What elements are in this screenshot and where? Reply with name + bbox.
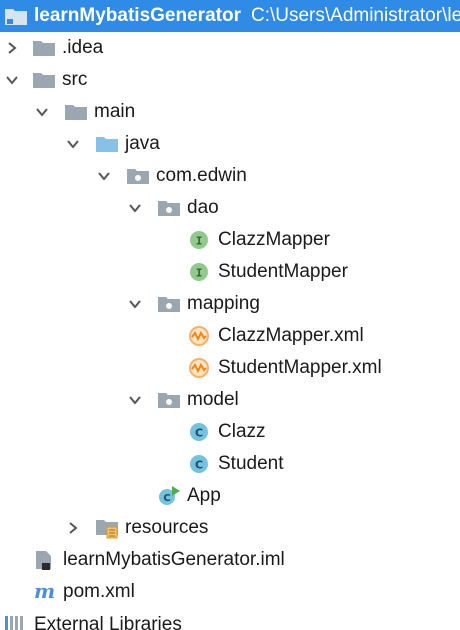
svg-text:m: m xyxy=(34,581,55,603)
tree-row-external-libraries[interactable]: External Libraries xyxy=(0,612,460,630)
chevron-down-icon[interactable] xyxy=(125,288,145,320)
tree-label-clazz-mapper: ClazzMapper xyxy=(218,229,330,250)
tree-label-student-mapper: StudentMapper xyxy=(218,261,348,282)
package-icon xyxy=(157,288,185,320)
class-icon: C xyxy=(188,448,216,480)
tree-label-main: main xyxy=(94,101,136,122)
resources-folder-icon xyxy=(95,512,123,544)
tree-label-student: Student xyxy=(218,453,284,474)
tree-row-main[interactable]: main xyxy=(0,96,460,128)
tree-row-student-mapper-xml[interactable]: StudentMapper.xml xyxy=(0,352,460,384)
runnable-class-icon: C xyxy=(157,480,185,512)
chevron-down-icon[interactable] xyxy=(32,96,52,128)
tree-label-idea: .idea xyxy=(62,37,104,58)
tree-label-dao: dao xyxy=(187,197,219,218)
tree-row-mapping[interactable]: mapping xyxy=(0,288,460,320)
interface-icon: I xyxy=(188,256,216,288)
tree-label-clazz: Clazz xyxy=(218,421,266,442)
class-icon: C xyxy=(188,416,216,448)
chevron-down-icon[interactable] xyxy=(2,64,22,96)
project-path: C:\Users\Administrator\le xyxy=(250,5,460,26)
project-tree: learnMybatisGenerator C:\Users\Administr… xyxy=(0,0,460,630)
folder-icon xyxy=(32,64,60,96)
tree-label-clazz-mapper-xml: ClazzMapper.xml xyxy=(218,325,364,346)
package-icon xyxy=(157,192,185,224)
package-icon xyxy=(157,384,185,416)
tree-row-clazz[interactable]: C Clazz xyxy=(0,416,460,448)
chevron-down-icon[interactable] xyxy=(125,384,145,416)
module-file-icon xyxy=(33,544,61,576)
tree-row-pom[interactable]: m pom.xml xyxy=(0,576,460,608)
tree-row-student-mapper[interactable]: I StudentMapper xyxy=(0,256,460,288)
tree-label-mapping: mapping xyxy=(187,293,260,314)
chevron-down-icon[interactable] xyxy=(94,160,114,192)
tree-row-clazz-mapper-xml[interactable]: ClazzMapper.xml xyxy=(0,320,460,352)
svg-text:I: I xyxy=(196,235,203,248)
tree-label-student-mapper-xml: StudentMapper.xml xyxy=(218,357,382,378)
tree-label-iml: learnMybatisGenerator.iml xyxy=(63,549,285,570)
tree-row-idea[interactable]: .idea xyxy=(0,32,460,64)
tree-row-app[interactable]: C App xyxy=(0,480,460,512)
tree-label-src: src xyxy=(62,69,88,90)
tree-label-external-libraries: External Libraries xyxy=(34,614,182,630)
tree-row-project-root[interactable]: learnMybatisGenerator C:\Users\Administr… xyxy=(0,0,460,32)
package-icon xyxy=(126,160,154,192)
chevron-right-icon[interactable] xyxy=(2,32,22,64)
tree-row-dao[interactable]: dao xyxy=(0,192,460,224)
mybatis-xml-icon xyxy=(188,352,216,384)
tree-label-pom: pom.xml xyxy=(63,581,135,602)
folder-icon xyxy=(64,96,92,128)
maven-icon: m xyxy=(33,576,61,608)
svg-text:C: C xyxy=(163,493,170,504)
interface-icon: I xyxy=(188,224,216,256)
tree-row-student[interactable]: C Student xyxy=(0,448,460,480)
chevron-right-icon[interactable] xyxy=(63,512,83,544)
tree-row-java[interactable]: java xyxy=(0,128,460,160)
tree-label-package: com.edwin xyxy=(156,165,247,186)
svg-text:C: C xyxy=(195,459,203,472)
source-folder-icon xyxy=(95,128,123,160)
tree-row-src[interactable]: src xyxy=(0,64,460,96)
tree-label-java: java xyxy=(125,133,160,154)
module-folder-icon xyxy=(4,0,32,32)
chevron-down-icon[interactable] xyxy=(125,192,145,224)
tree-label-app: App xyxy=(187,485,221,506)
svg-text:C: C xyxy=(195,427,203,440)
project-name: learnMybatisGenerator xyxy=(34,5,241,26)
chevron-down-icon[interactable] xyxy=(63,128,83,160)
tree-row-iml[interactable]: learnMybatisGenerator.iml xyxy=(0,544,460,576)
tree-row-model[interactable]: model xyxy=(0,384,460,416)
tree-row-resources[interactable]: resources xyxy=(0,512,460,544)
tree-label-model: model xyxy=(187,389,239,410)
tree-label-resources: resources xyxy=(125,517,209,538)
tree-row-package[interactable]: com.edwin xyxy=(0,160,460,192)
tree-row-clazz-mapper[interactable]: I ClazzMapper xyxy=(0,224,460,256)
svg-text:I: I xyxy=(196,267,203,280)
folder-icon xyxy=(32,32,60,64)
libraries-icon xyxy=(4,612,32,630)
mybatis-xml-icon xyxy=(188,320,216,352)
